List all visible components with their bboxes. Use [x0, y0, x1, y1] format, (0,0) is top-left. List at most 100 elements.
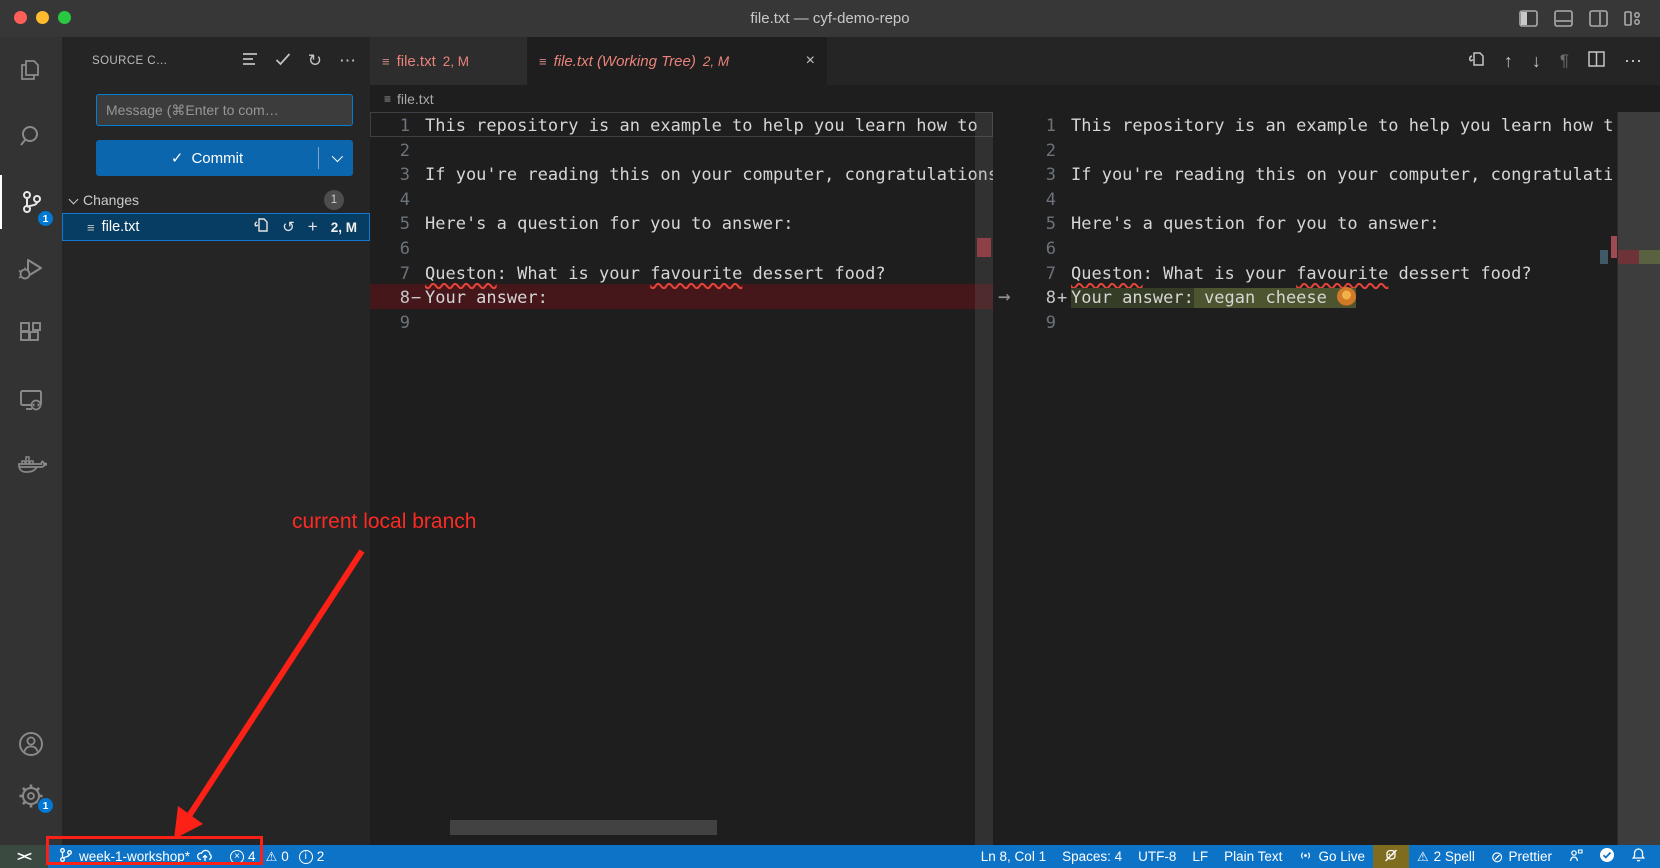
- run-debug-icon[interactable]: [0, 235, 62, 301]
- breadcrumb[interactable]: ≡ file.txt: [370, 85, 1660, 112]
- code-line: 4: [1030, 186, 1612, 211]
- settings-badge: 1: [37, 797, 54, 814]
- toggle-panel-icon[interactable]: [1554, 10, 1573, 27]
- source-control-icon[interactable]: 1: [0, 169, 62, 235]
- code-line: 4: [370, 186, 993, 211]
- search-icon[interactable]: [0, 103, 62, 169]
- indentation-indicator[interactable]: Spaces: 4: [1054, 845, 1130, 868]
- toggle-sidebar-icon[interactable]: [1519, 10, 1538, 27]
- commit-button[interactable]: ✓ Commit: [96, 140, 353, 176]
- deleted-line-ruler-mark: [977, 238, 991, 257]
- code-line: 5Here's a question for you to answer:: [370, 210, 993, 235]
- tab-file-txt[interactable]: ≡ file.txt 2, M: [370, 37, 527, 85]
- commit-button-label: Commit: [191, 150, 243, 167]
- tab-bar: ≡ file.txt 2, M ≡ file.txt (Working Tree…: [370, 37, 1660, 85]
- code-line: 3If you're reading this on your computer…: [1030, 161, 1612, 186]
- changed-file-row[interactable]: ≡ file.txt ↺ + 2, M: [62, 213, 370, 241]
- prettier-circle-slash-icon: ⊘: [1491, 848, 1504, 866]
- left-pane-scrollbar[interactable]: [975, 112, 993, 845]
- ruler-mark-pink: [1611, 236, 1617, 258]
- remote-icon: ><: [17, 849, 31, 864]
- code-line: 9: [370, 309, 993, 334]
- language-mode[interactable]: Plain Text: [1216, 845, 1290, 868]
- code-line: 1This repository is an example to help y…: [1030, 112, 1612, 137]
- spell-checker-indicator[interactable]: ⚠ 2 Spell: [1409, 845, 1483, 868]
- changes-label: Changes: [83, 192, 139, 208]
- stage-changes-icon[interactable]: +: [308, 217, 318, 237]
- more-actions-icon[interactable]: ⋯: [339, 51, 356, 71]
- right-overview-ruler[interactable]: [1617, 112, 1660, 845]
- code-line: 6: [1030, 235, 1612, 260]
- customize-layout-icon[interactable]: [1624, 10, 1642, 27]
- copilot-disabled-indicator[interactable]: [1373, 845, 1409, 868]
- next-change-icon[interactable]: ↓: [1532, 51, 1541, 72]
- discard-changes-icon[interactable]: ↺: [282, 218, 295, 236]
- horizontal-scrollbar[interactable]: [450, 820, 717, 835]
- vscode-window: file.txt — cyf-demo-repo 1: [0, 0, 1660, 868]
- tab-status: 2, M: [443, 54, 469, 69]
- eol-indicator[interactable]: LF: [1184, 845, 1216, 868]
- breadcrumb-file: file.txt: [397, 91, 434, 107]
- annotation-box: [46, 836, 263, 865]
- encoding-indicator[interactable]: UTF-8: [1130, 845, 1184, 868]
- file-icon: ≡: [87, 220, 95, 235]
- file-icon: ≡: [539, 54, 547, 69]
- open-file-icon[interactable]: [253, 217, 269, 237]
- code-line: 2: [1030, 137, 1612, 162]
- toggle-secondary-sidebar-icon[interactable]: [1589, 10, 1608, 27]
- warnings-count: 0: [281, 849, 289, 864]
- tab-label: file.txt (Working Tree): [554, 53, 696, 70]
- diff-editor[interactable]: 1This repository is an example to help y…: [370, 112, 1660, 845]
- diff-arrow-icon: →: [998, 284, 1011, 308]
- editor-toolbar: ↑ ↓ ¶ ⋯: [1467, 37, 1660, 85]
- explorer-icon[interactable]: [0, 37, 62, 103]
- notifications-button[interactable]: [1623, 845, 1660, 868]
- refresh-icon[interactable]: ↻: [308, 51, 322, 71]
- feedback-button[interactable]: [1560, 845, 1591, 868]
- diff-modified-pane[interactable]: 1This repository is an example to help y…: [1030, 112, 1612, 845]
- cursor-position[interactable]: Ln 8, Col 1: [973, 845, 1054, 868]
- whitespace-icon[interactable]: ¶: [1560, 51, 1569, 71]
- commit-message-input[interactable]: [96, 94, 353, 126]
- annotation-text: current local branch: [292, 510, 476, 534]
- check-icon: ✓: [171, 149, 184, 167]
- remote-indicator[interactable]: ><: [0, 845, 48, 868]
- close-tab-icon[interactable]: ×: [806, 52, 815, 70]
- window-title: file.txt — cyf-demo-repo: [0, 10, 1660, 27]
- warnings-icon: ⚠: [266, 849, 278, 865]
- extensions-icon[interactable]: [0, 301, 62, 367]
- commit-check-icon[interactable]: [275, 52, 291, 71]
- prettier-indicator[interactable]: ⊘ Prettier: [1483, 845, 1560, 868]
- docker-icon[interactable]: [0, 433, 62, 499]
- added-code-line: 8+Your answer: vegan cheese: [1030, 284, 1612, 309]
- more-actions-icon[interactable]: ⋯: [1624, 51, 1642, 72]
- code-line: 2: [370, 137, 993, 162]
- go-live-button[interactable]: Go Live: [1290, 845, 1373, 868]
- code-line: 1This repository is an example to help y…: [370, 112, 993, 137]
- tab-file-txt-working-tree[interactable]: ≡ file.txt (Working Tree) 2, M ×: [527, 37, 827, 85]
- file-icon: ≡: [384, 92, 391, 106]
- file-change-status: 2, M: [331, 220, 357, 235]
- diff-original-pane[interactable]: 1This repository is an example to help y…: [370, 112, 993, 845]
- check-circle-icon: [1599, 847, 1615, 866]
- chevron-down-icon: [69, 195, 79, 205]
- commit-dropdown-button[interactable]: [319, 154, 353, 162]
- changes-section-header[interactable]: Changes 1: [62, 187, 370, 212]
- deleted-code-line: 8−Your answer:: [370, 284, 993, 309]
- code-line: 7Queston: What is your favourite dessert…: [370, 260, 993, 285]
- backup-sync-status[interactable]: [1591, 845, 1623, 868]
- split-editor-icon[interactable]: [1588, 51, 1605, 72]
- view-as-list-icon[interactable]: [242, 52, 258, 71]
- remote-explorer-icon[interactable]: [0, 367, 62, 433]
- accounts-icon[interactable]: [0, 718, 62, 770]
- file-icon: ≡: [382, 54, 390, 69]
- editor-area: ≡ file.txt 2, M ≡ file.txt (Working Tree…: [370, 37, 1660, 845]
- code-line: 7Queston: What is your favourite dessert…: [1030, 260, 1612, 285]
- ruler-mark-red: [1618, 250, 1639, 264]
- infos-icon: i: [299, 850, 313, 864]
- previous-change-icon[interactable]: ↑: [1504, 51, 1513, 72]
- mooncake-emoji: [1337, 287, 1356, 306]
- tab-label: file.txt: [397, 53, 436, 70]
- settings-gear-icon[interactable]: 1: [0, 770, 62, 822]
- open-changes-icon[interactable]: [1467, 50, 1485, 73]
